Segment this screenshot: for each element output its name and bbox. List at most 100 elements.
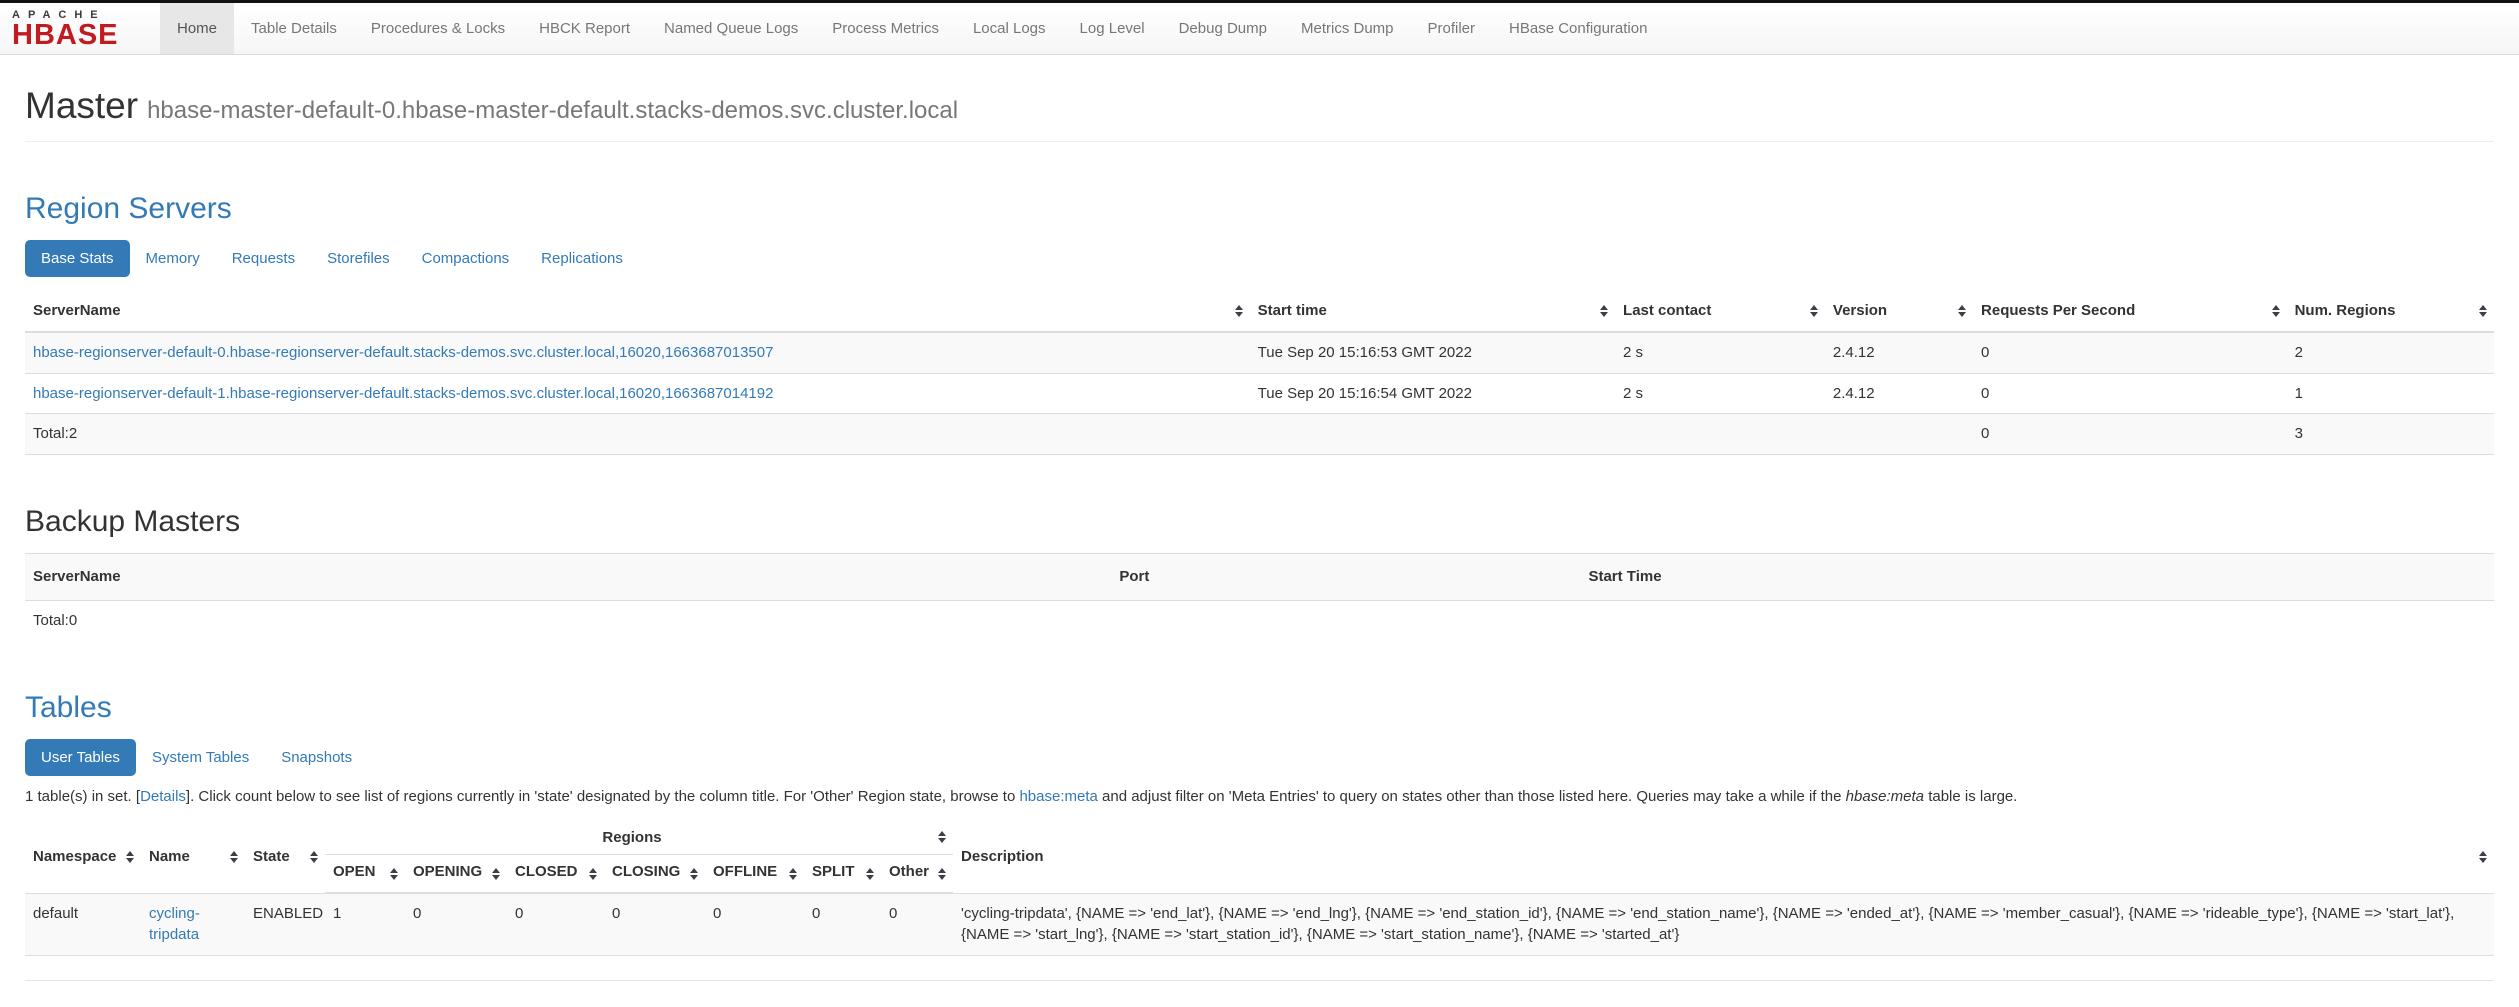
usertable-description: 'cycling-tripdata', {NAME => 'end_lat'},… [953,893,2494,956]
regionserver-0-name: hbase-regionserver-default-0.hbase-regio… [25,332,1250,373]
regionserver-0-rps: 0 [1973,332,2287,373]
sort-icon[interactable] [789,868,797,880]
regionserver-0-link[interactable]: hbase-regionserver-default-0.hbase-regio… [33,344,773,361]
sort-icon[interactable] [1810,305,1818,317]
col-other: Other [881,855,953,893]
logo-hbase-text: HBASE [12,21,160,49]
usertable-state: ENABLED [245,893,325,956]
usertable-closing-count: 0 [604,893,705,956]
table-row: hbase-regionserver-default-1.hbase-regio… [25,373,2494,414]
tab-replications[interactable]: Replications [525,240,639,277]
nav-item-process-metrics[interactable]: Process Metrics [815,3,956,54]
tab-storefiles[interactable]: Storefiles [311,240,406,277]
col-state: State [245,821,325,894]
sort-icon[interactable] [1600,305,1608,317]
sort-icon[interactable] [866,868,874,880]
sort-icon[interactable] [230,851,238,863]
nav-item-local-logs[interactable]: Local Logs [956,3,1063,54]
regionserver-1-start-time: Tue Sep 20 15:16:54 GMT 2022 [1250,373,1615,414]
regionserver-0-start-time: Tue Sep 20 15:16:53 GMT 2022 [1250,332,1615,373]
sort-icon[interactable] [310,851,318,863]
col-start-time: Start time [1250,291,1615,332]
tab-snapshots[interactable]: Snapshots [265,739,368,776]
details-link[interactable]: Details [140,788,186,805]
col-backup-servername: ServerName [25,554,1111,601]
open-count[interactable]: 1 [333,905,341,922]
nav-item-hbase-configuration[interactable]: HBase Configuration [1492,3,1664,54]
col-description: Description [953,821,2494,894]
usertable-opening-count: 0 [405,893,507,956]
user-tables-table: Namespace Name State Regions Description… [25,821,2494,957]
regionserver-1-rps: 0 [1973,373,2287,414]
table-row: hbase-regionserver-default-0.hbase-regio… [25,332,2494,373]
regionserver-0-version: 2.4.12 [1825,332,1973,373]
col-requests-per-second: Requests Per Second [1973,291,2287,332]
tab-memory[interactable]: Memory [130,240,216,277]
regionservers-total-num-regions: 3 [2287,414,2494,455]
master-title: Master [25,85,138,126]
usertable-namespace: default [25,893,141,956]
tab-requests[interactable]: Requests [216,240,311,277]
sort-icon[interactable] [1235,305,1243,317]
sort-icon[interactable] [492,868,500,880]
nav-item-profiler[interactable]: Profiler [1411,3,1493,54]
cycling-tripdata-link[interactable]: cycling-tripdata [149,905,200,944]
user-tables-header-row-1: Namespace Name State Regions Description [25,821,2494,855]
tab-base-stats[interactable]: Base Stats [25,240,130,277]
hbase-meta-emphasis: hbase:meta [1846,788,1924,805]
nav-item-log-level[interactable]: Log Level [1063,3,1162,54]
regionservers-total-label: Total:2 [25,414,1250,455]
col-opening: OPENING [405,855,507,893]
col-closing: CLOSING [604,855,705,893]
region-servers-table: ServerName Start time Last contact Versi… [25,291,2494,455]
page-title: Master hbase-master-default-0.hbase-maste… [25,85,2494,127]
table-row: default cycling-tripdata ENABLED 1 0 0 0… [25,893,2494,956]
col-regions-group: Regions [325,821,953,855]
regionserver-1-version: 2.4.12 [1825,373,1973,414]
page-content: Master hbase-master-default-0.hbase-maste… [0,85,2519,981]
nav-item-procedures-locks[interactable]: Procedures & Locks [354,3,522,54]
top-navbar: APACHE HBASE Home Table Details Procedur… [0,0,2519,55]
col-last-contact: Last contact [1615,291,1825,332]
col-closed: CLOSED [507,855,604,893]
bottom-divider [25,980,2494,981]
col-offline: OFFLINE [705,855,804,893]
tab-system-tables[interactable]: System Tables [136,739,265,776]
backup-masters-total-label: Total:0 [25,600,1111,640]
col-name: Name [141,821,245,894]
sort-icon[interactable] [390,868,398,880]
region-servers-section: Region Servers Base Stats Memory Request… [25,192,2494,455]
sort-icon[interactable] [1958,305,1966,317]
col-num-regions: Num. Regions [2287,291,2494,332]
col-open: OPEN [325,855,405,893]
tables-note: 1 table(s) in set. [Details]. Click coun… [25,786,2494,807]
master-hostname: hbase-master-default-0.hbase-master-defa… [147,97,958,124]
col-split: SPLIT [804,855,881,893]
tables-heading: Tables [25,691,2494,725]
hbase-logo[interactable]: APACHE HBASE [0,3,160,54]
tab-compactions[interactable]: Compactions [406,240,526,277]
sort-icon[interactable] [690,868,698,880]
tab-user-tables[interactable]: User Tables [25,739,136,776]
nav-item-table-details[interactable]: Table Details [234,3,354,54]
nav-item-named-queue-logs[interactable]: Named Queue Logs [647,3,815,54]
sort-icon[interactable] [938,868,946,880]
nav-item-metrics-dump[interactable]: Metrics Dump [1284,3,1411,54]
regionserver-1-name: hbase-regionserver-default-1.hbase-regio… [25,373,1250,414]
sort-icon[interactable] [2272,305,2280,317]
title-divider [25,141,2494,142]
sort-icon[interactable] [2479,305,2487,317]
regionserver-1-link[interactable]: hbase-regionserver-default-1.hbase-regio… [33,385,773,402]
sort-icon[interactable] [589,868,597,880]
sort-icon[interactable] [938,831,946,843]
nav-item-debug-dump[interactable]: Debug Dump [1162,3,1284,54]
region-servers-tabs: Base Stats Memory Requests Storefiles Co… [25,240,2494,277]
nav-item-hbck-report[interactable]: HBCK Report [522,3,647,54]
sort-icon[interactable] [126,851,134,863]
hbase-meta-link[interactable]: hbase:meta [1019,788,1097,805]
regionserver-0-num-regions: 2 [2287,332,2494,373]
backup-masters-table: ServerName Port Start Time Total:0 [25,553,2494,641]
col-version: Version [1825,291,1973,332]
nav-item-home[interactable]: Home [160,3,234,54]
sort-icon[interactable] [2479,851,2487,863]
